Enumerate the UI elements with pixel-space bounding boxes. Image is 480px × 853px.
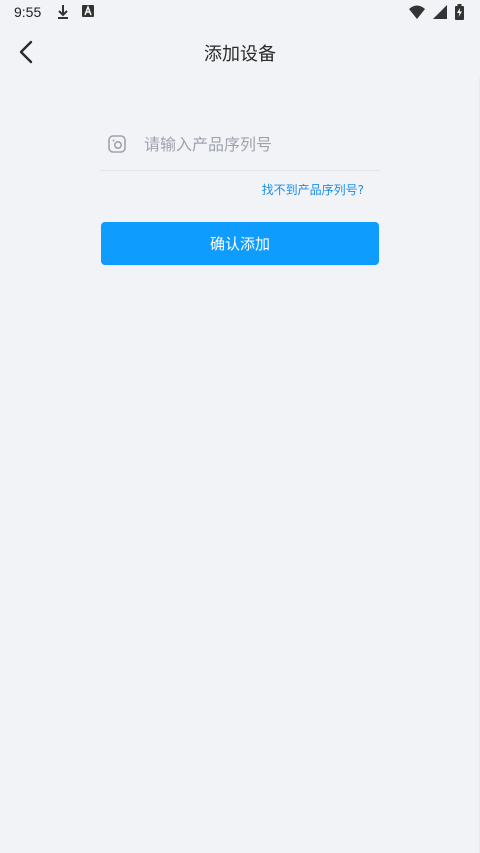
status-right-icons: [409, 4, 464, 20]
app-bar: 添加设备: [0, 26, 480, 78]
serial-number-field[interactable]: [100, 122, 380, 171]
status-left-icons: [57, 4, 95, 20]
wifi-icon: [409, 5, 425, 19]
status-time: 9:55: [14, 4, 42, 20]
camera-scan-icon: [107, 134, 127, 154]
page-title: 添加设备: [204, 44, 276, 65]
signal-icon: [433, 5, 447, 19]
confirm-add-button[interactable]: 确认添加: [101, 222, 379, 265]
app-a-icon: [81, 4, 95, 20]
download-icon: [57, 4, 69, 20]
serial-number-help-link[interactable]: 找不到产品序列号?: [262, 181, 364, 198]
battery-charging-icon: [455, 4, 464, 20]
serial-number-input[interactable]: [144, 130, 374, 158]
status-bar: 9:55: [0, 0, 480, 26]
